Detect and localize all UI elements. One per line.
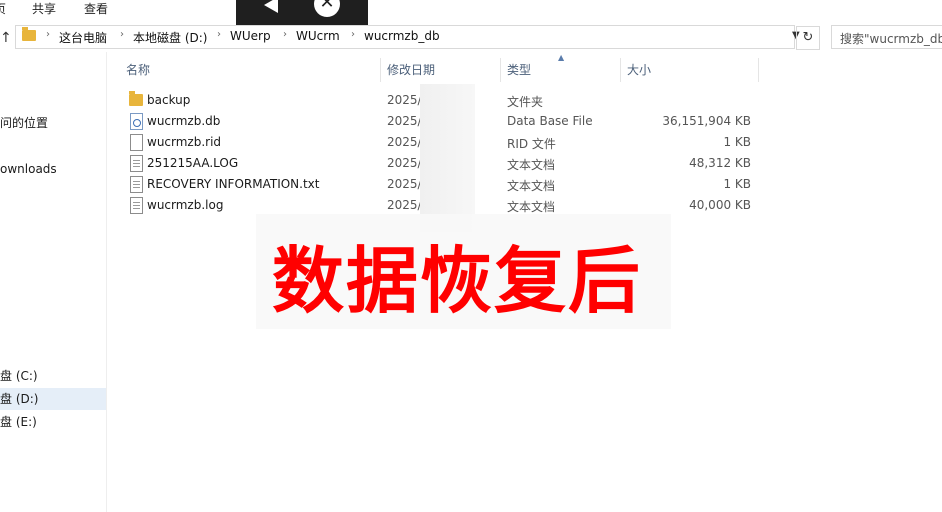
sort-ascending-icon: ▲ bbox=[558, 53, 565, 62]
sidebar-item-drive-c[interactable]: 盘 (C:) bbox=[0, 365, 106, 387]
breadcrumb-drive-d[interactable]: 本地磁盘 (D:) bbox=[133, 29, 207, 46]
chevron-right-icon[interactable]: › bbox=[120, 29, 124, 40]
file-size: 40,000 KB bbox=[689, 198, 751, 212]
file-type: 文本文档 bbox=[507, 158, 556, 172]
column-header-type[interactable]: 类型 bbox=[507, 58, 531, 82]
watermark-text: 数据恢复后 bbox=[272, 238, 643, 323]
text-file-icon bbox=[130, 197, 143, 214]
ribbon-tab-view[interactable]: 查看 bbox=[84, 0, 108, 17]
column-header-date[interactable]: 修改日期 bbox=[387, 58, 435, 82]
chevron-right-icon[interactable]: › bbox=[46, 29, 50, 40]
file-type: 文本文档 bbox=[507, 200, 556, 214]
file-type: 文件夹 bbox=[507, 95, 544, 109]
column-divider[interactable] bbox=[500, 58, 501, 82]
breadcrumb-wucrmzb-db[interactable]: wucrmzb_db bbox=[364, 29, 440, 43]
breadcrumb-wucrm[interactable]: WUcrm bbox=[296, 29, 340, 43]
chevron-right-icon[interactable]: › bbox=[283, 29, 287, 40]
column-divider[interactable] bbox=[620, 58, 621, 82]
ribbon-tabs: 页 共享 查看 bbox=[0, 0, 942, 18]
file-name: 251215AA.LOG bbox=[147, 156, 239, 170]
file-type: RID 文件 bbox=[507, 137, 556, 151]
breadcrumb-this-pc[interactable]: 这台电脑 bbox=[59, 29, 107, 46]
file-name: RECOVERY INFORMATION.txt bbox=[147, 177, 320, 191]
sidebar-item-recent[interactable]: 问的位置 bbox=[0, 112, 106, 134]
file-size: 48,312 KB bbox=[689, 156, 751, 170]
file-name: backup bbox=[147, 93, 191, 107]
sidebar-item-downloads[interactable]: ownloads bbox=[0, 158, 106, 180]
file-type: 文本文档 bbox=[507, 179, 556, 193]
search-input[interactable]: 搜索"wucrmzb_db" bbox=[831, 25, 942, 49]
text-file-icon bbox=[130, 176, 143, 193]
sidebar-item-drive-d[interactable]: 盘 (D:) bbox=[0, 388, 106, 410]
overlay-toolbar: ✕ bbox=[236, 0, 368, 25]
folder-icon bbox=[129, 91, 143, 106]
database-file-icon bbox=[130, 113, 143, 130]
file-size: 1 KB bbox=[723, 177, 751, 191]
redaction-blur bbox=[420, 84, 475, 232]
column-divider[interactable] bbox=[758, 58, 759, 82]
navigation-pane: 问的位置 ownloads 盘 (C:) 盘 (D:) 盘 (E:) bbox=[0, 52, 107, 512]
text-file-icon bbox=[130, 155, 143, 172]
refresh-icon[interactable]: ↻ bbox=[796, 26, 820, 50]
file-type: Data Base File bbox=[507, 114, 593, 128]
file-size: 36,151,904 KB bbox=[662, 114, 751, 128]
column-divider[interactable] bbox=[380, 58, 381, 82]
file-name: wucrmzb.rid bbox=[147, 135, 222, 149]
search-placeholder: 搜索"wucrmzb_db" bbox=[840, 32, 942, 46]
file-date: 2025/ bbox=[387, 135, 422, 149]
file-name: wucrmzb.db bbox=[147, 114, 221, 128]
column-header-size[interactable]: 大小 bbox=[627, 58, 651, 82]
sidebar-item-drive-e[interactable]: 盘 (E:) bbox=[0, 411, 106, 433]
navigation-bar: ↑ › 这台电脑 › 本地磁盘 (D:) › WUerp › WUcrm › w… bbox=[0, 24, 942, 52]
file-date: 2025/ bbox=[387, 93, 422, 107]
file-date: 2025/ bbox=[387, 177, 422, 191]
address-bar[interactable]: › 这台电脑 › 本地磁盘 (D:) › WUerp › WUcrm › wuc… bbox=[15, 25, 800, 49]
file-date: 2025/ bbox=[387, 114, 422, 128]
file-size: 1 KB bbox=[723, 135, 751, 149]
blank-file-icon bbox=[130, 134, 143, 151]
file-date: 2025/ bbox=[387, 198, 422, 212]
file-date: 2025/ bbox=[387, 156, 422, 170]
folder-icon bbox=[22, 27, 36, 41]
chevron-right-icon[interactable]: › bbox=[217, 29, 221, 40]
back-arrow-icon[interactable] bbox=[264, 0, 278, 13]
ribbon-tab-partial[interactable]: 页 bbox=[0, 0, 6, 17]
column-headers: 名称 修改日期 ▲ 类型 大小 bbox=[120, 53, 760, 82]
chevron-right-icon[interactable]: › bbox=[351, 29, 355, 40]
close-icon[interactable]: ✕ bbox=[314, 0, 340, 17]
ribbon-tab-share[interactable]: 共享 bbox=[32, 0, 56, 17]
file-name: wucrmzb.log bbox=[147, 198, 224, 212]
column-header-name[interactable]: 名称 bbox=[126, 58, 150, 82]
up-arrow-icon[interactable]: ↑ bbox=[0, 30, 12, 46]
breadcrumb-wuerp[interactable]: WUerp bbox=[230, 29, 271, 43]
